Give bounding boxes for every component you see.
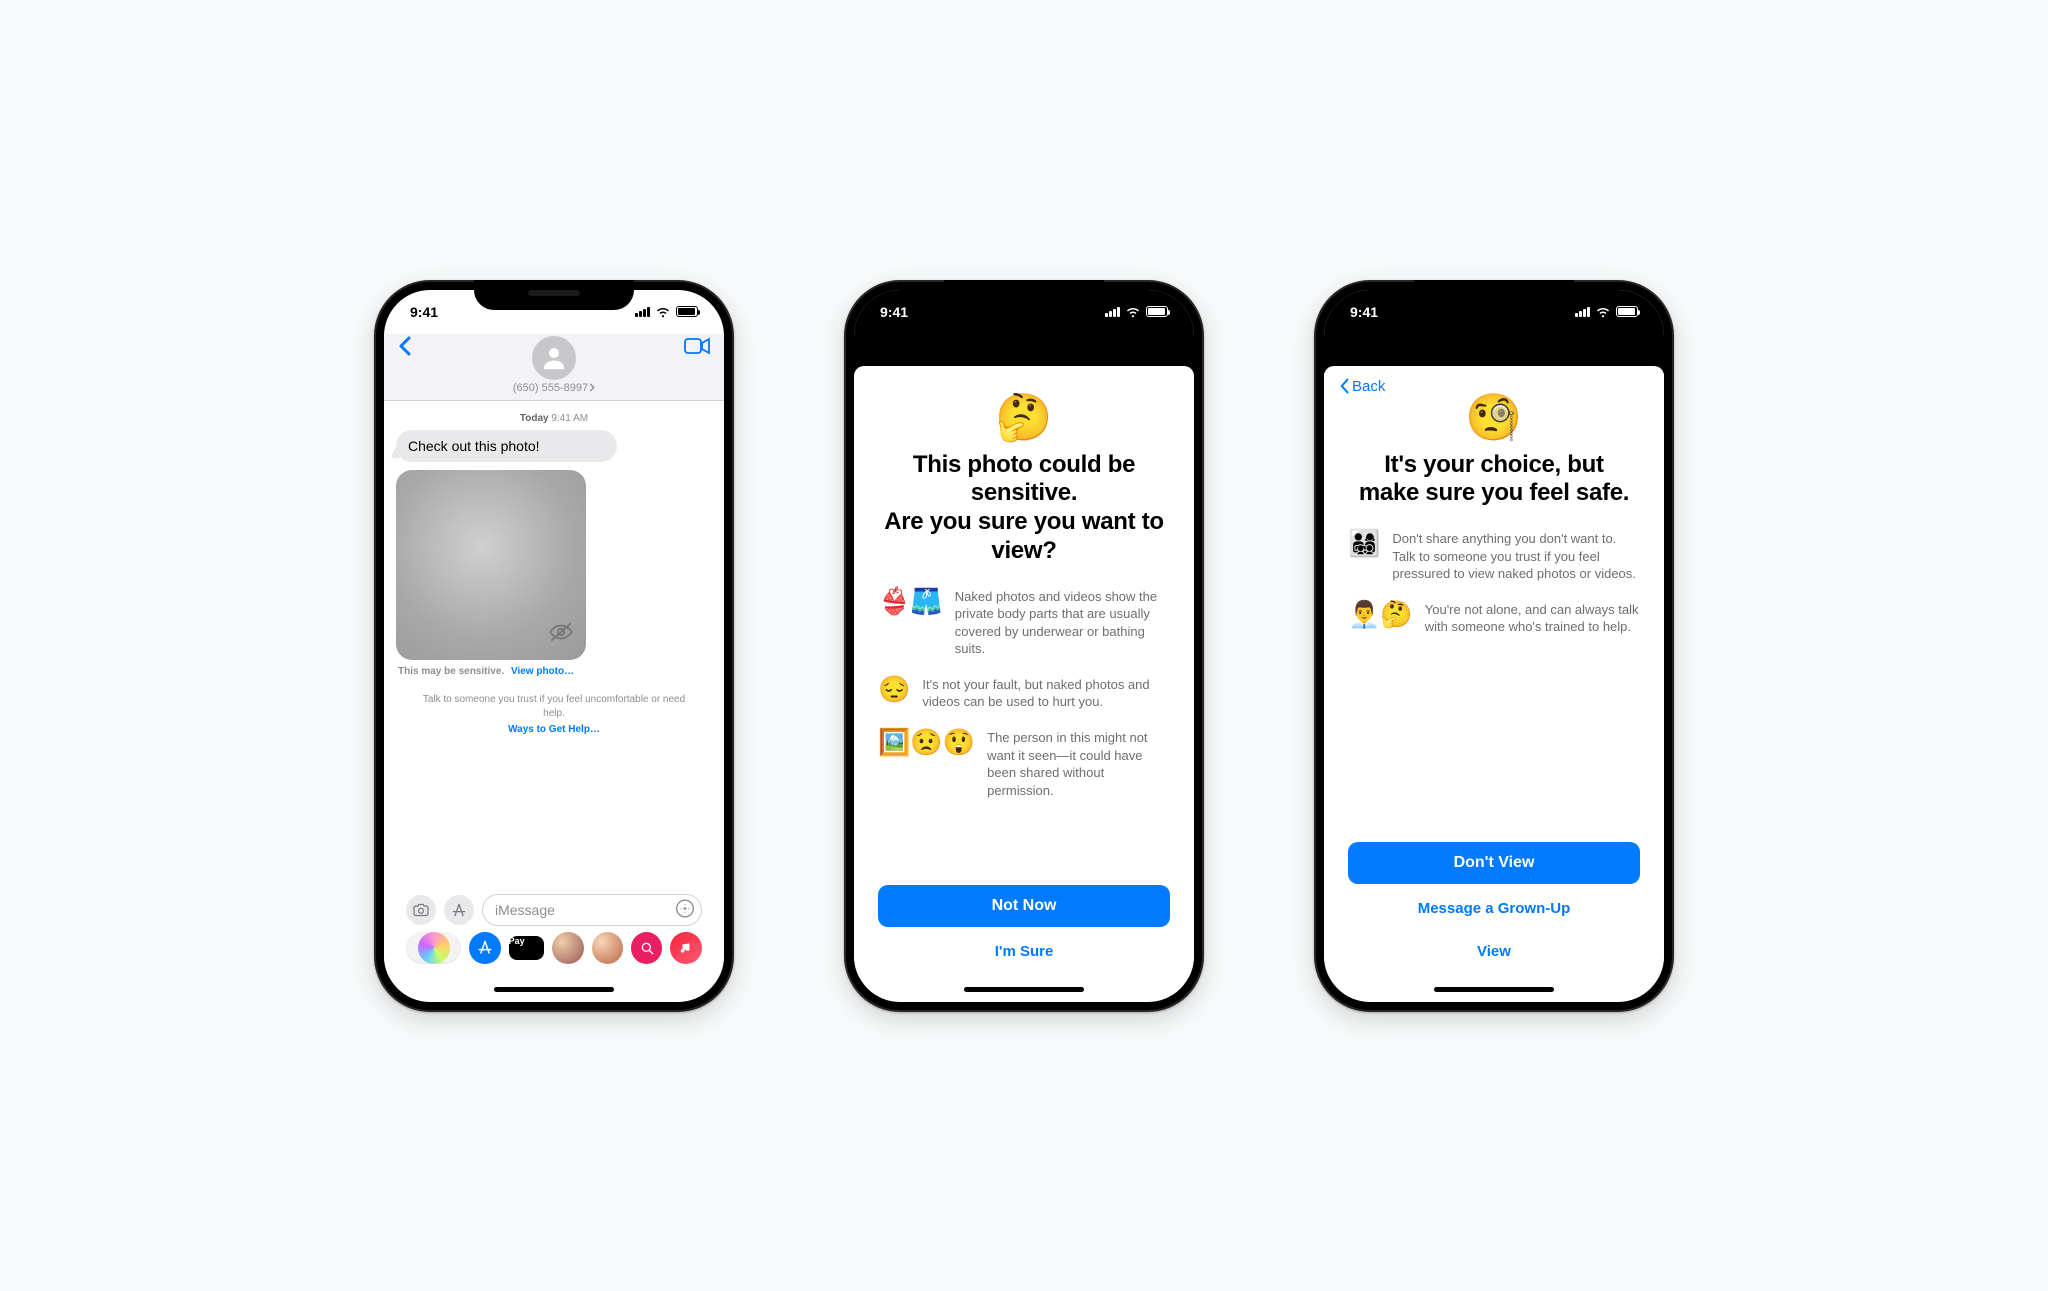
status-time: 9:41	[410, 304, 438, 320]
home-indicator[interactable]	[384, 978, 724, 1002]
memoji-app-icon-1[interactable]	[552, 932, 583, 964]
app-drawer-button[interactable]	[444, 895, 474, 925]
battery-icon	[1616, 306, 1638, 317]
messages-header: (650) 555-8997	[384, 334, 724, 401]
wifi-icon	[1125, 306, 1141, 318]
info-point: 😔 It's not your fault, but naked photos …	[878, 676, 1170, 711]
ways-to-get-help-link[interactable]: Ways to Get Help…	[412, 723, 696, 737]
family-icon: 👨‍👩‍👧‍👦	[1348, 530, 1380, 556]
message-timestamp: Today 9:41 AM	[396, 413, 712, 424]
messages-body: Today 9:41 AM Check out this photo! This…	[384, 401, 724, 978]
app-strip[interactable]: Pay	[406, 928, 702, 968]
app-tray-handle[interactable]	[406, 932, 461, 964]
video-call-button[interactable]	[684, 337, 710, 360]
sheet-title: This photo could be sensitive. Are you s…	[882, 451, 1166, 566]
wifi-icon	[655, 306, 671, 318]
im-sure-button[interactable]: I'm Sure	[878, 933, 1170, 970]
chevron-right-icon	[589, 383, 595, 392]
info-point: 👨‍💼🤔 You're not alone, and can always ta…	[1348, 601, 1640, 636]
monocle-face-icon: 🧐	[1348, 390, 1640, 445]
cellular-signal-icon	[1105, 307, 1120, 317]
info-point: 👙🩳 Naked photos and videos show the priv…	[878, 588, 1170, 658]
not-now-button[interactable]: Not Now	[878, 885, 1170, 927]
status-time: 9:41	[1350, 304, 1378, 320]
your-choice-sheet: Back 🧐 It's your choice, but make sure y…	[1324, 366, 1664, 978]
chevron-left-icon	[1340, 378, 1350, 394]
wifi-icon	[1595, 306, 1611, 318]
photos-app-icon[interactable]	[418, 932, 450, 964]
sensitive-confirm-sheet: 🤔 This photo could be sensitive. Are you…	[854, 366, 1194, 978]
contact-phone-label: (650) 555-8997	[513, 382, 588, 394]
status-bar: 9:41	[384, 290, 724, 334]
iphone-device-your-choice: 9:41 Back 🧐 It's your choice, but make s…	[1314, 280, 1674, 1012]
battery-icon	[676, 306, 698, 317]
apple-pay-icon[interactable]: Pay	[509, 936, 544, 960]
memoji-app-icon-2[interactable]	[592, 932, 623, 964]
view-button[interactable]: View	[1348, 933, 1640, 970]
message-grownup-button[interactable]: Message a Grown-Up	[1348, 890, 1640, 927]
sheet-title: It's your choice, but make sure you feel…	[1352, 451, 1636, 509]
camera-button[interactable]	[406, 895, 436, 925]
counselor-icon: 👨‍💼🤔	[1348, 601, 1413, 627]
status-bar: 9:41	[1324, 290, 1664, 334]
incoming-message-bubble: Check out this photo!	[396, 430, 617, 462]
music-app-icon[interactable]	[670, 932, 701, 964]
home-indicator[interactable]	[1324, 978, 1664, 1002]
eye-off-icon	[548, 621, 574, 648]
iphone-device-sensitive-confirm: 9:41 🤔 This photo could be sensitive. Ar…	[844, 280, 1204, 1012]
hashtag-images-app-icon[interactable]	[631, 932, 662, 964]
dictation-button[interactable]	[675, 898, 695, 921]
thinking-face-icon: 🤔	[878, 390, 1170, 445]
status-bar: 9:41	[854, 290, 1194, 334]
dont-view-button[interactable]: Don't View	[1348, 842, 1640, 884]
contact-avatar[interactable]	[532, 336, 576, 380]
info-point: 🖼️😟😲 The person in this might not want i…	[878, 729, 1170, 799]
view-photo-link[interactable]: View photo…	[511, 666, 574, 677]
sensitive-photo-preview[interactable]	[396, 470, 586, 660]
picture-frame-icon: 🖼️😟😲	[878, 729, 975, 755]
contact-name-button[interactable]: (650) 555-8997	[513, 382, 595, 394]
info-point: 👨‍👩‍👧‍👦 Don't share anything you don't w…	[1348, 530, 1640, 583]
sad-face-icon: 😔	[878, 676, 910, 702]
iphone-device-messages: 9:41 (650) 555-8997	[374, 280, 734, 1012]
status-time: 9:41	[880, 304, 908, 320]
cellular-signal-icon	[635, 307, 650, 317]
sensitive-caption: This may be sensitive. View photo…	[398, 666, 712, 677]
home-indicator[interactable]	[854, 978, 1194, 1002]
imessage-input[interactable]: iMessage	[482, 894, 702, 926]
compose-row: iMessage	[406, 888, 702, 928]
back-button[interactable]	[398, 336, 412, 361]
app-store-icon[interactable]	[469, 932, 500, 964]
battery-icon	[1146, 306, 1168, 317]
cellular-signal-icon	[1575, 307, 1590, 317]
back-button[interactable]: Back	[1340, 378, 1385, 395]
swimwear-icon: 👙🩳	[878, 588, 943, 614]
help-block: Talk to someone you trust if you feel un…	[412, 693, 696, 737]
